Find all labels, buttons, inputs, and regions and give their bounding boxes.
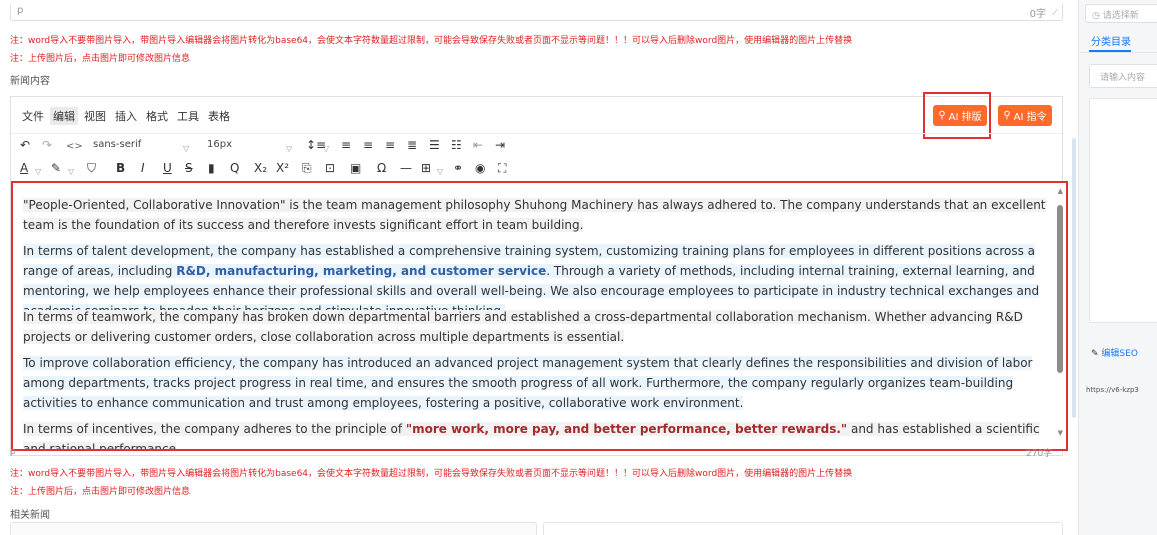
active-tab-indicator: [1089, 50, 1131, 52]
ai-command-button[interactable]: ⚲ AI 指令: [998, 105, 1052, 126]
ai-sparkle-icon: ⚲: [1003, 110, 1011, 121]
news-content-label: 新闻内容: [10, 76, 50, 87]
font-size-select[interactable]: 16px: [207, 139, 232, 150]
paste-text-icon[interactable]: ⎘: [302, 161, 312, 175]
font-color-icon[interactable]: A: [20, 161, 28, 175]
element-path: p: [10, 447, 16, 457]
previous-editor-statusbar: p 0字 ⟋: [10, 4, 1063, 21]
align-justify-icon[interactable]: ≣: [407, 138, 417, 152]
toolbar-row-1: ↶ ↷ <> sans-serif ▽ 16px ▽ ↕≡ ▽ ≡ ≡ ≡ ≣ …: [11, 133, 1062, 157]
paragraph-text: "People-Oriented, Collaborative Innovati…: [23, 198, 1046, 232]
font-family-select[interactable]: sans-serif: [93, 139, 141, 150]
paragraph-bold-text: "more work, more pay, and better perform…: [405, 422, 848, 436]
superscript-icon[interactable]: X²: [276, 161, 289, 175]
subscript-icon[interactable]: X₂: [254, 161, 267, 175]
menu-format[interactable]: 格式: [146, 108, 168, 124]
scroll-down-icon[interactable]: ▼: [1058, 429, 1063, 437]
underline-icon[interactable]: U: [163, 161, 172, 175]
bold-icon[interactable]: B: [116, 161, 125, 175]
media-icon[interactable]: ▣: [350, 161, 361, 175]
image-edit-tip: 注：上传图片后，点击图片即可修改图片信息: [10, 54, 191, 64]
word-count: 0字: [1029, 9, 1046, 20]
table-insert-icon[interactable]: ⊞: [421, 161, 431, 175]
related-news-box-right[interactable]: [543, 522, 1063, 535]
image-icon[interactable]: ⊡: [325, 161, 335, 175]
image-edit-tip: 注：上传图片后，点击图片即可修改图片信息: [10, 487, 191, 497]
chevron-down-icon[interactable]: ▽: [35, 165, 41, 179]
pencil-icon: ✎: [1091, 349, 1099, 359]
menu-table[interactable]: 表格: [208, 108, 230, 124]
undo-icon[interactable]: ↶: [20, 138, 30, 152]
category-select-placeholder: 请选择新: [1102, 11, 1139, 21]
outdent-icon[interactable]: ⇤: [473, 138, 483, 152]
redo-icon[interactable]: ↷: [42, 138, 52, 152]
page-scrollbar[interactable]: [1072, 138, 1076, 418]
ai-format-highlight: [923, 92, 991, 139]
clock-icon: ◷: [1092, 11, 1100, 21]
menu-tools[interactable]: 工具: [177, 108, 199, 124]
content-paragraph-4[interactable]: To improve collaboration efficiency, the…: [23, 353, 1048, 413]
toolbar-row-2: A ▽ ✎ ▽ ⛉ B I U S ▮ Q X₂ X² ⎘ ⊡ ▣ Ω — ⊞ …: [11, 157, 1062, 181]
horizontal-rule-icon[interactable]: —: [400, 161, 412, 175]
find-replace-icon[interactable]: Q: [230, 161, 239, 175]
source-code-icon[interactable]: <>: [66, 140, 83, 154]
scroll-up-icon[interactable]: ▲: [1058, 187, 1063, 195]
menu-edit[interactable]: 编辑: [50, 107, 78, 125]
seo-url: https://v6-kzp3: [1086, 386, 1139, 394]
paragraph-text: In terms of incentives, the company adhe…: [23, 422, 406, 436]
resize-grip-icon[interactable]: ⟋: [1052, 8, 1058, 18]
paragraph-bold-text: R&D, manufacturing, marketing, and custo…: [176, 264, 547, 278]
menu-file[interactable]: 文件: [22, 108, 44, 124]
paragraph-text: In terms of teamwork, the company has br…: [23, 310, 1023, 344]
align-center-icon[interactable]: ≡: [363, 138, 373, 152]
chevron-down-icon[interactable]: ▽: [323, 142, 329, 156]
tab-divider: [1079, 52, 1157, 53]
related-news-box-left[interactable]: [10, 522, 537, 535]
word-count: 270字: [1026, 449, 1053, 459]
element-path: p: [17, 5, 24, 16]
bullet-list-icon[interactable]: ☰: [429, 138, 440, 152]
editor-menubar: 文件 编辑 视图 插入 格式 工具 表格 ⚲ AI 排版 ⚲ AI 指令: [11, 92, 1062, 139]
menu-insert[interactable]: 插入: [115, 108, 137, 124]
indent-icon[interactable]: ⇥: [495, 138, 505, 152]
link-icon[interactable]: ⚭: [453, 161, 463, 175]
fullscreen-icon[interactable]: ⛶: [498, 161, 506, 175]
related-news-label: 相关新闻: [10, 510, 50, 521]
main-form: p 0字 ⟋ 注：word导入不要带图片导入，带图片导入编辑器会将图片转化为ba…: [0, 0, 1078, 535]
category-select[interactable]: ◷ 请选择新: [1085, 4, 1157, 23]
chevron-down-icon[interactable]: ▽: [183, 142, 189, 156]
content-paragraph-3[interactable]: In terms of teamwork, the company has br…: [23, 307, 1048, 347]
word-import-warning: 注：word导入不要带图片导入，带图片导入编辑器会将图片转化为base64，会使…: [10, 469, 853, 479]
highlight-color-icon[interactable]: ✎: [51, 161, 61, 175]
ai-command-label: AI 指令: [1013, 112, 1047, 123]
content-scrollbar[interactable]: [1057, 205, 1063, 373]
right-sidebar: ◷ 请选择新 分类目录 请输入内容 ✎ 编辑SEO https://v6-kzp…: [1078, 0, 1157, 535]
italic-icon[interactable]: I: [141, 161, 145, 175]
strikethrough-icon[interactable]: S: [185, 161, 193, 175]
paragraph-text: To improve collaboration efficiency, the…: [23, 356, 1033, 410]
edit-seo-link[interactable]: ✎ 编辑SEO: [1091, 346, 1138, 359]
editor-content-area[interactable]: "People-Oriented, Collaborative Innovati…: [11, 181, 1068, 451]
content-paragraph-5[interactable]: In terms of incentives, the company adhe…: [23, 419, 1048, 449]
content-paragraph-1[interactable]: "People-Oriented, Collaborative Innovati…: [23, 195, 1048, 235]
special-char-icon[interactable]: Ω: [377, 161, 386, 175]
bookmark-icon[interactable]: ▮: [208, 161, 215, 175]
chevron-down-icon[interactable]: ▽: [437, 165, 443, 179]
preview-icon[interactable]: ◉: [475, 161, 485, 175]
numbered-list-icon[interactable]: ☷: [451, 138, 462, 152]
tab-category-directory[interactable]: 分类目录: [1091, 33, 1131, 48]
align-right-icon[interactable]: ≡: [385, 138, 395, 152]
category-search-input[interactable]: 请输入内容: [1089, 64, 1157, 88]
chevron-down-icon[interactable]: ▽: [286, 142, 292, 156]
edit-seo-label: 编辑SEO: [1101, 349, 1138, 359]
chevron-down-icon[interactable]: ▽: [68, 165, 74, 179]
align-left-icon[interactable]: ≡: [341, 138, 351, 152]
format-painter-icon[interactable]: ⛉: [87, 161, 96, 175]
word-import-warning: 注：word导入不要带图片导入，带图片导入编辑器会将图片转化为base64，会使…: [10, 36, 853, 46]
menu-view[interactable]: 视图: [84, 108, 106, 124]
category-tree-panel: [1089, 98, 1157, 323]
